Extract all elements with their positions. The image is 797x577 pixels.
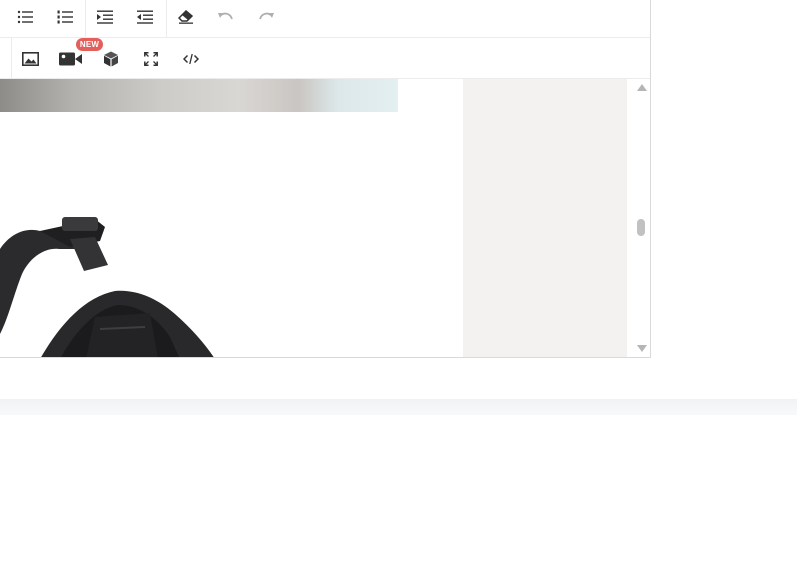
toolbar-separator [166,0,167,37]
new-badge: NEW [76,38,103,51]
bulleted-list-button[interactable] [11,3,39,31]
bulleted-list-icon [17,10,33,24]
redo-button[interactable] [252,3,280,31]
video-icon [59,52,82,66]
clear-format-button[interactable] [172,3,200,31]
product-photo-top [0,79,398,112]
scroll-up-icon[interactable] [637,84,647,91]
vertical-scrollbar[interactable] [633,79,649,357]
cube-icon [104,51,118,67]
editor-content-area[interactable] [0,79,463,357]
scroll-down-icon[interactable] [637,345,647,352]
toolbar-row-formatting [0,0,650,38]
side-panel [463,79,627,357]
page-footer-divider [0,399,797,415]
indent-button[interactable] [91,3,119,31]
toolbar-separator [85,0,86,37]
outdent-button[interactable] [131,3,159,31]
backpack-image [0,217,214,357]
eraser-icon [178,10,194,24]
outdent-icon [137,10,153,24]
rich-text-editor: NEW [0,0,651,358]
redo-icon [259,12,274,20]
numbered-list-icon [57,10,73,24]
fullscreen-button[interactable] [137,45,165,73]
undo-button[interactable] [212,3,240,31]
insert-image-button[interactable] [16,45,44,73]
code-view-button[interactable] [177,45,205,73]
toolbar-separator [11,38,12,78]
indent-icon [97,10,113,24]
insert-3d-model-button[interactable] [97,45,125,73]
image-icon [21,52,39,66]
undo-icon [218,12,233,20]
numbered-list-button[interactable] [51,3,79,31]
code-view-icon [183,53,199,65]
scroll-thumb[interactable] [637,219,645,236]
fullscreen-icon [144,52,158,66]
